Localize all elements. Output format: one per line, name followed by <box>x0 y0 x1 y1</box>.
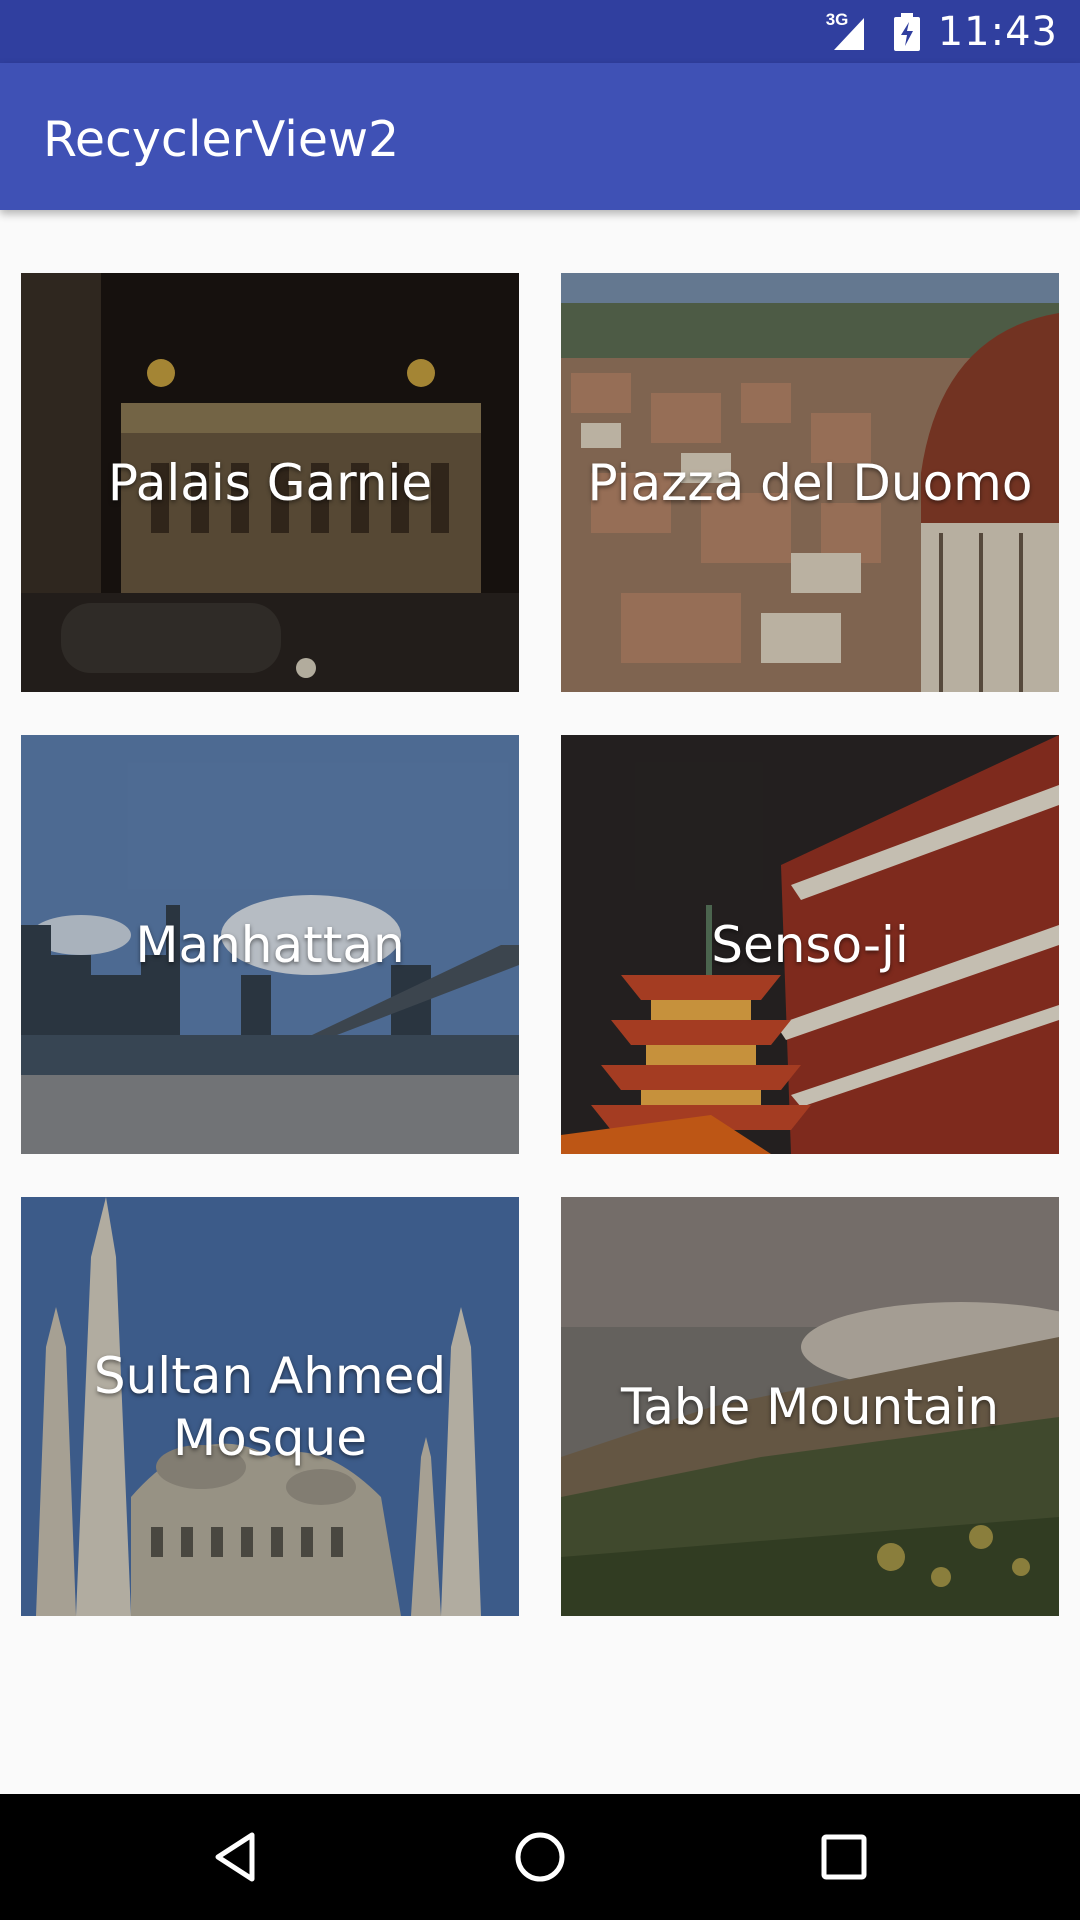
app-title: RecyclerView2 <box>43 111 400 168</box>
card-palais-garnie[interactable]: Palais Garnie <box>21 273 519 692</box>
card-piazza-del-duomo[interactable]: Piazza del Duomo <box>561 273 1059 692</box>
navigation-bar <box>0 1794 1080 1920</box>
card-label: Palais Garnie <box>107 453 433 512</box>
status-time: 11:43 <box>937 8 1058 55</box>
battery-icon <box>893 12 920 51</box>
card-label: Sultan Ahmed Mosque <box>93 1346 447 1467</box>
card-manhattan[interactable]: Manhattan <box>21 735 519 1154</box>
status-bar: 3G 11:43 <box>0 0 1080 63</box>
app-bar: RecyclerView2 <box>0 63 1080 210</box>
back-icon[interactable] <box>200 1821 272 1893</box>
home-icon[interactable] <box>504 1821 576 1893</box>
card-label: Piazza del Duomo <box>587 453 1033 512</box>
network-type-label: 3G <box>825 9 849 29</box>
signal-icon: 3G <box>825 9 876 52</box>
card-label: Table Mountain <box>620 1377 1000 1436</box>
card-senso-ji[interactable]: Senso-ji <box>561 735 1059 1154</box>
card-label: Manhattan <box>135 915 405 974</box>
status-icons: 3G 11:43 <box>826 0 1058 63</box>
recents-icon[interactable] <box>808 1821 880 1893</box>
card-table-mountain[interactable]: Table Mountain <box>561 1197 1059 1616</box>
card-label: Senso-ji <box>711 915 909 974</box>
recycler-grid[interactable]: Palais Garnie Piazza del Duomo Manhattan… <box>0 210 1080 1794</box>
card-sultan-ahmed-mosque[interactable]: Sultan Ahmed Mosque <box>21 1197 519 1616</box>
